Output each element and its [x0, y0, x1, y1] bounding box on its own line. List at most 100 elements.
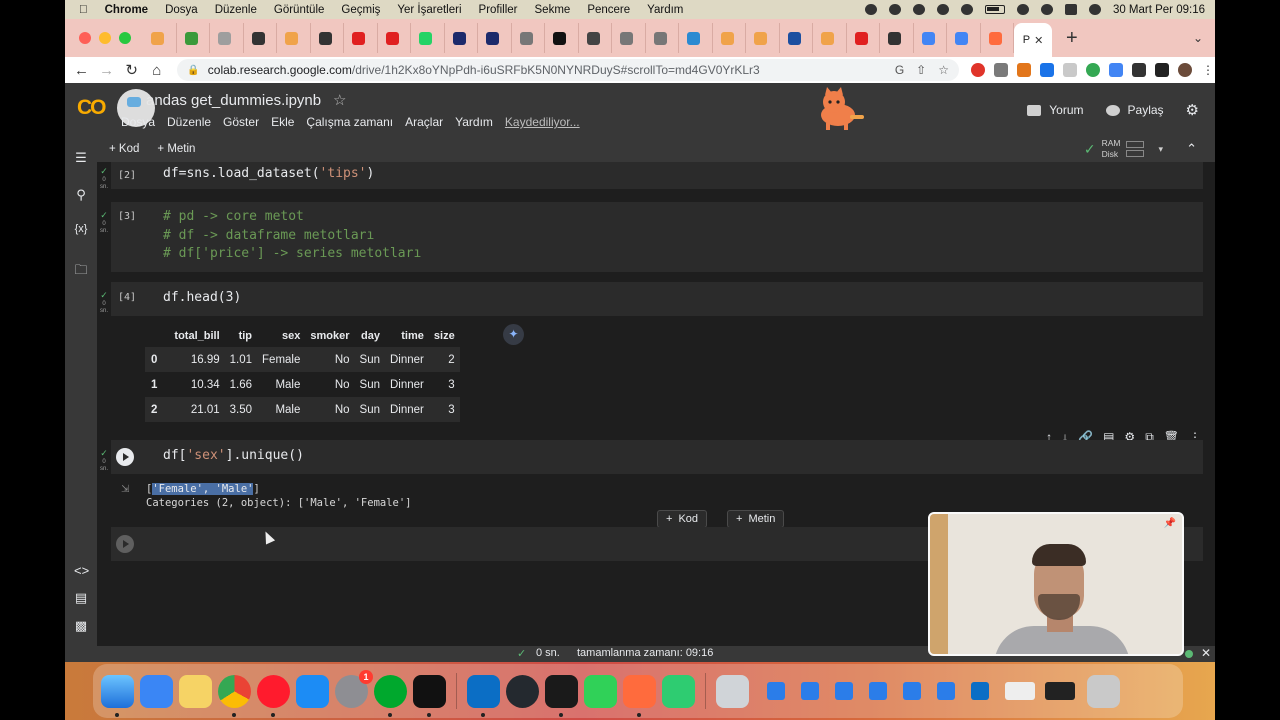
- menubar-clock[interactable]: 30 Mart Per 09:16: [1113, 4, 1205, 16]
- browser-tab[interactable]: [847, 23, 880, 53]
- menubar-item-window[interactable]: Pencere: [587, 4, 630, 16]
- dock-doc-icon-5[interactable]: [903, 682, 921, 700]
- code-cell-5[interactable]: df['sex'].unique(): [111, 440, 1203, 474]
- menu-insert[interactable]: Ekle: [271, 115, 294, 129]
- spotlight-search-icon[interactable]: [1040, 4, 1053, 15]
- tab-search-chevron-icon[interactable]: ⌄: [1193, 31, 1203, 45]
- notes-app-icon[interactable]: [179, 674, 212, 708]
- collapse-header-icon[interactable]: ⌃: [1186, 141, 1197, 157]
- browser-tab[interactable]: [344, 23, 378, 53]
- cell-3-code[interactable]: # pd -> core metot # df -> dataframe meto…: [163, 208, 421, 264]
- menubar-item-edit[interactable]: Düzenle: [215, 4, 257, 16]
- menu-view[interactable]: Göster: [223, 115, 259, 129]
- close-window-button[interactable]: [79, 32, 91, 44]
- google-lens-icon[interactable]: G: [895, 63, 904, 77]
- output-actions-icon[interactable]: ⇲: [121, 484, 129, 495]
- browser-tab[interactable]: [746, 23, 780, 53]
- browser-tab[interactable]: [880, 23, 914, 53]
- command-palette-icon[interactable]: ▤: [74, 590, 88, 606]
- status-wordpress-icon[interactable]: [936, 4, 949, 15]
- dock-doc-icon-6[interactable]: [937, 682, 955, 700]
- insert-code-button[interactable]: + Kod: [657, 510, 708, 528]
- browser-tab[interactable]: [311, 23, 344, 53]
- active-tab[interactable]: P ✕: [1014, 23, 1052, 57]
- opera-extension-icon[interactable]: [971, 63, 985, 77]
- code-cell-4[interactable]: [4] df.head(3): [111, 282, 1203, 316]
- dock-window-thumb-2[interactable]: [1045, 682, 1075, 700]
- menubar-app-name[interactable]: Chrome: [105, 4, 148, 16]
- save-status[interactable]: Kaydediliyor...: [505, 115, 580, 129]
- menu-help[interactable]: Yardım: [455, 115, 493, 129]
- control-center-icon[interactable]: [1064, 4, 1077, 15]
- activity-chart-icon[interactable]: [662, 674, 695, 708]
- browser-tab[interactable]: [545, 23, 579, 53]
- search-icon[interactable]: ⚲: [74, 187, 88, 203]
- variables-icon[interactable]: {x}: [74, 223, 88, 235]
- browser-tab[interactable]: [981, 23, 1014, 53]
- trash-icon[interactable]: [1087, 674, 1120, 708]
- table-of-contents-icon[interactable]: ☰: [74, 150, 88, 166]
- menubar-item-profiles[interactable]: Profiller: [479, 4, 518, 16]
- browser-tab[interactable]: [143, 23, 177, 53]
- zoom-window-button[interactable]: [119, 32, 131, 44]
- browser-tab[interactable]: [612, 23, 646, 53]
- evernote-app-icon[interactable]: [374, 674, 407, 717]
- run-empty-cell-button[interactable]: [116, 535, 134, 553]
- menubar-item-file[interactable]: Dosya: [165, 4, 198, 16]
- cell-2-code[interactable]: df=sns.load_dataset('tips'): [163, 165, 374, 184]
- insert-text-button[interactable]: + Metin: [727, 510, 785, 528]
- menu-runtime[interactable]: Çalışma zamanı: [306, 115, 393, 129]
- browser-tab[interactable]: [780, 23, 813, 53]
- reload-icon[interactable]: ↻: [119, 61, 144, 79]
- lock-icon[interactable]: 🔒: [187, 65, 199, 76]
- puzzle-extensions-icon[interactable]: [1132, 63, 1146, 77]
- share-icon[interactable]: ⇧: [916, 63, 926, 77]
- status-airdrop-icon[interactable]: [864, 4, 877, 15]
- browser-tab[interactable]: [579, 23, 612, 53]
- browser-tab[interactable]: [713, 23, 746, 53]
- browser-tab[interactable]: [947, 23, 981, 53]
- chrome-app-icon[interactable]: [218, 674, 251, 717]
- opera-app-icon[interactable]: [257, 674, 290, 717]
- numbers-app-icon[interactable]: [584, 674, 617, 708]
- menubar-item-tab[interactable]: Sekme: [535, 4, 571, 16]
- close-tab-icon[interactable]: ✕: [1034, 34, 1043, 47]
- address-bar[interactable]: 🔒 colab.research.google.com/drive/1h2Kx8…: [177, 59, 959, 81]
- dock-doc-icon-2[interactable]: [801, 682, 819, 700]
- battery-icon[interactable]: [984, 5, 1005, 14]
- finder-app-icon[interactable]: [101, 674, 134, 717]
- metamask-extension-icon[interactable]: [1017, 63, 1031, 77]
- code-cell-3[interactable]: [3] # pd -> core metot # df -> dataframe …: [111, 202, 1203, 272]
- dock-window-thumb-1[interactable]: [1005, 682, 1035, 700]
- status-moon-icon[interactable]: [960, 4, 973, 15]
- menubar-item-help[interactable]: Yardım: [647, 4, 683, 16]
- menubar-item-view[interactable]: Görüntüle: [274, 4, 325, 16]
- browser-tab[interactable]: [478, 23, 512, 53]
- code-cell-2[interactable]: [2] df=sns.load_dataset('tips'): [111, 162, 1203, 189]
- apple-icon[interactable]: : [79, 4, 88, 16]
- screen-recorder-icon[interactable]: [623, 674, 656, 717]
- terminal-app-icon[interactable]: [413, 674, 446, 717]
- menu-tools[interactable]: Araçlar: [405, 115, 443, 129]
- preview-app-icon[interactable]: [716, 674, 749, 708]
- cell-5-code[interactable]: df['sex'].unique(): [163, 447, 304, 466]
- browser-tab[interactable]: [411, 23, 445, 53]
- status-evernote-icon[interactable]: [888, 4, 901, 15]
- bookmark-star-icon[interactable]: ☆: [938, 63, 949, 77]
- menu-edit[interactable]: Düzenle: [167, 115, 211, 129]
- menubar-item-history[interactable]: Geçmiş: [341, 4, 380, 16]
- pin-icon[interactable]: 📌: [1164, 518, 1176, 529]
- chrome-menu-icon[interactable]: ⋮: [1201, 63, 1215, 77]
- profile-avatar[interactable]: [1178, 63, 1192, 77]
- add-code-button[interactable]: + Kod: [109, 143, 139, 155]
- comment-button[interactable]: Yorum: [1027, 103, 1084, 117]
- new-tab-button[interactable]: +: [1066, 27, 1078, 50]
- app-store-icon[interactable]: [296, 674, 329, 708]
- settings-gear-icon[interactable]: ⚙: [1186, 101, 1199, 119]
- dock-doc-icon-1[interactable]: [767, 682, 785, 700]
- status-vpn-icon[interactable]: [912, 4, 925, 15]
- github-desktop-icon[interactable]: [506, 674, 539, 708]
- system-settings-icon[interactable]: 1: [335, 669, 373, 708]
- cell-5-output-text[interactable]: ['Female', 'Male'] Categories (2, object…: [146, 482, 412, 510]
- cell-4-code[interactable]: df.head(3): [163, 289, 241, 308]
